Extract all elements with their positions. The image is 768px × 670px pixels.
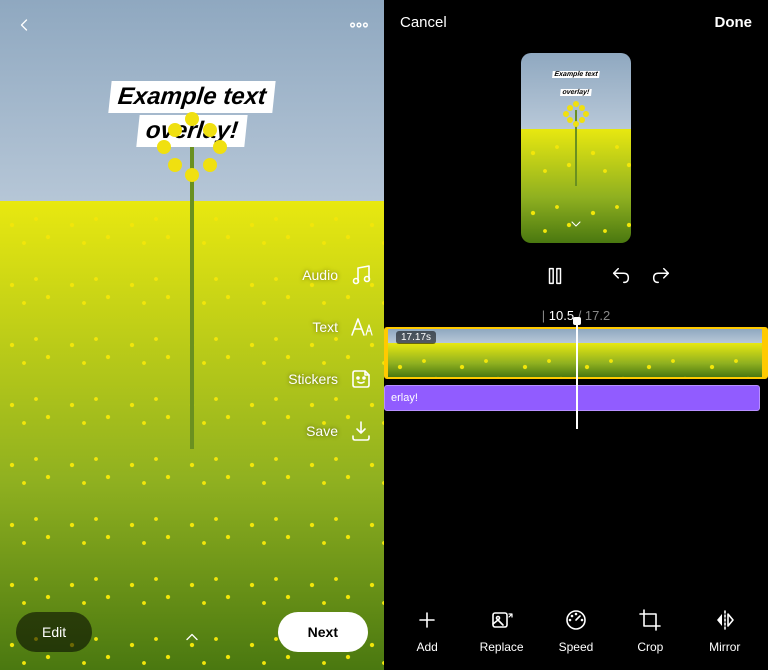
save-label: Save [306, 423, 338, 439]
video-preview[interactable]: Example text overlay! [521, 53, 631, 243]
text-track-label: erlay! [391, 392, 418, 404]
story-editor-screen: Example text overlay! Audio Text Sticker… [0, 0, 384, 670]
preview-overlay: Example text overlay! [552, 63, 599, 99]
speed-icon [562, 606, 590, 634]
overlay-line-1: Example text [108, 81, 275, 113]
audio-label: Audio [302, 267, 338, 283]
video-editor-screen: Cancel Done Example text overlay! [384, 0, 768, 670]
music-icon [348, 262, 374, 288]
add-button[interactable]: Add [396, 606, 458, 654]
add-label: Add [417, 640, 438, 654]
mirror-icon [711, 606, 739, 634]
speed-button[interactable]: Speed [545, 606, 607, 654]
crop-label: Crop [637, 640, 663, 654]
time-current: 10.5 [549, 308, 574, 323]
bottom-toolbar: Add Replace Speed Crop Mirror [384, 592, 768, 670]
more-icon[interactable] [348, 14, 370, 42]
text-track[interactable]: erlay! [384, 385, 760, 411]
preview-flower [157, 112, 227, 182]
replace-label: Replace [480, 640, 524, 654]
edit-button[interactable]: Edit [16, 612, 92, 652]
stickers-label: Stickers [288, 371, 338, 387]
pause-button[interactable] [544, 265, 566, 292]
image-icon [488, 606, 516, 634]
save-tool[interactable]: Save [288, 418, 374, 444]
undo-button[interactable] [610, 265, 632, 292]
timeline[interactable]: 17.17s erlay! [384, 327, 768, 423]
preview-overlay-line1: Example text [552, 71, 600, 78]
speed-label: Speed [559, 640, 594, 654]
crop-button[interactable]: Crop [619, 606, 681, 654]
side-tools: Audio Text Stickers Save [288, 262, 374, 444]
playhead[interactable] [576, 321, 578, 429]
playback-controls [384, 255, 768, 302]
bottom-bar: Edit Next [0, 602, 384, 662]
text-icon [348, 314, 374, 340]
text-tool[interactable]: Text [288, 314, 374, 340]
plus-icon [413, 606, 441, 634]
next-button[interactable]: Next [278, 612, 368, 652]
editor-topbar: Cancel Done [384, 0, 768, 45]
cancel-button[interactable]: Cancel [400, 14, 447, 31]
preview-overlay-line2: overlay! [560, 89, 592, 96]
crop-icon [636, 606, 664, 634]
replace-button[interactable]: Replace [471, 606, 533, 654]
mirror-button[interactable]: Mirror [694, 606, 756, 654]
mirror-label: Mirror [709, 640, 740, 654]
back-icon[interactable] [14, 14, 34, 42]
download-icon [348, 418, 374, 444]
chevron-down-icon[interactable] [568, 216, 584, 237]
stickers-tool[interactable]: Stickers [288, 366, 374, 392]
audio-tool[interactable]: Audio [288, 262, 374, 288]
redo-button[interactable] [650, 265, 672, 292]
preview-container: Example text overlay! [384, 45, 768, 255]
top-bar [0, 0, 384, 56]
text-label: Text [312, 319, 338, 335]
time-total: 17.2 [585, 308, 610, 323]
clip-duration-badge: 17.17s [396, 331, 436, 344]
done-button[interactable]: Done [715, 14, 753, 31]
sticker-icon [348, 366, 374, 392]
preview-stem [190, 147, 194, 449]
